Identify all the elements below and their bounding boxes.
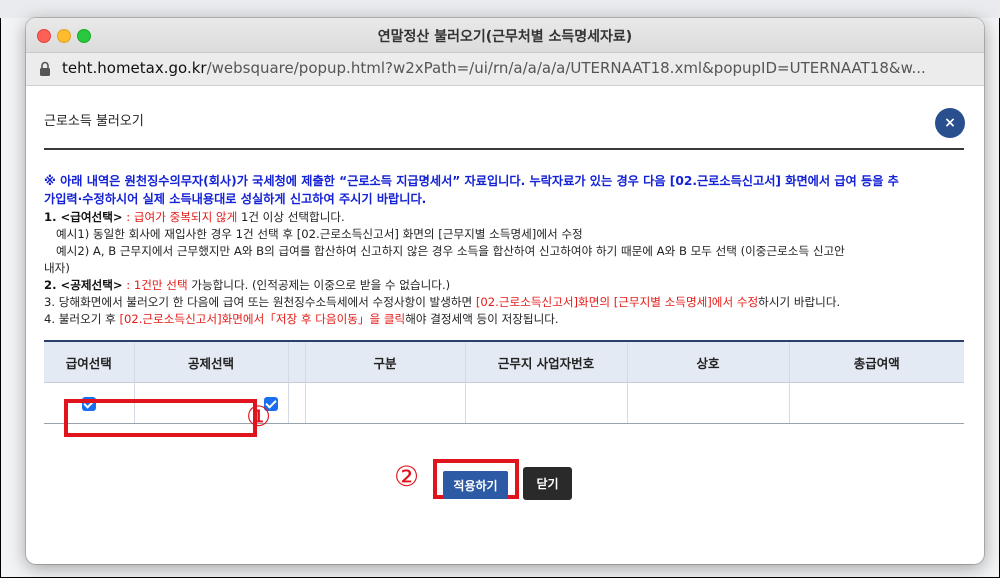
info-item-3-text: 3. 당해화면에서 불러오기 한 다음에 급여 또는 원천징수소득세에서 수정사… bbox=[44, 295, 476, 309]
header-deduct-select: 공제선택 bbox=[133, 340, 288, 383]
notice-line-2: 가입력·수정하시어 실제 소득내용대로 성실하게 신고하여 주시기 바랍니다. bbox=[44, 192, 427, 206]
close-button[interactable]: 닫기 bbox=[523, 467, 572, 500]
highlight-checkboxes bbox=[64, 399, 257, 437]
page-title: 근로소득 불러오기 bbox=[44, 114, 144, 129]
info-item-2-label: 2. <공제선택> bbox=[44, 278, 123, 292]
total-pay-cell bbox=[788, 382, 964, 424]
notice-text: ※ 아래 내역은 원천징수의무자(회사)가 국세청에 제출한 “근로소득 지급명… bbox=[44, 172, 969, 208]
info-item-2-emphasis: : 1건만 선택 bbox=[122, 278, 188, 292]
url-text: teht.hometax.go.kr/websquare/popup.html?… bbox=[62, 59, 926, 77]
url-path: /websquare/popup.html?w2xPath=/ui/rn/a/a… bbox=[206, 59, 926, 77]
background-page-strip bbox=[0, 0, 1000, 18]
header-total-pay: 총급여액 bbox=[788, 340, 964, 383]
info-item-4: 4. 불러오기 후 [02.근로소득신고서]화면에서「저장 후 다음이동」을 클… bbox=[44, 311, 974, 328]
info-example-1: 예시1) 동일한 회사에 재입사한 경우 1건 선택 후 [02.근로소득신고서… bbox=[56, 227, 583, 241]
header-category: 구분 bbox=[304, 340, 465, 383]
title-divider bbox=[44, 148, 964, 150]
header-company-name: 상호 bbox=[626, 340, 789, 383]
info-item-1-text: 1건 이상 선택합니다. bbox=[237, 210, 345, 224]
notice-line-1: ※ 아래 내역은 원천징수의무자(회사)가 국세청에 제출한 “근로소득 지급명… bbox=[44, 174, 899, 188]
category-cell bbox=[304, 382, 465, 424]
header-pay-select: 급여선택 bbox=[44, 340, 134, 383]
info-item-1-emphasis: : 급여가 중복되지 않게 bbox=[122, 210, 238, 224]
company-name-cell bbox=[626, 382, 789, 424]
info-item-1-label: 1. <급여선택> bbox=[44, 210, 123, 224]
apply-button[interactable]: 적용하기 bbox=[443, 471, 508, 499]
close-icon[interactable]: × bbox=[935, 108, 965, 138]
url-host: teht.hometax.go.kr bbox=[62, 59, 207, 77]
annotation-marker-2: ② bbox=[394, 460, 420, 493]
header-spacer bbox=[287, 340, 305, 383]
info-item-1: 1. <급여선택> : 급여가 중복되지 않게 1건 이상 선택합니다. bbox=[44, 209, 974, 226]
info-example-2: 예시2) A, B 근무지에서 근무했지만 A와 B의 급여를 합산하여 신고하… bbox=[56, 244, 845, 258]
info-item-2-text: 가능합니다. (인적공제는 이중으로 받을 수 없습니다.) bbox=[187, 278, 451, 292]
header-business-number: 근무지 사업자번호 bbox=[464, 340, 627, 383]
info-item-4-tail: 해야 결정세액 등이 저장됩니다. bbox=[405, 312, 559, 326]
spacer-cell bbox=[287, 382, 305, 424]
popup-content: 근로소득 불러오기 × ※ 아래 내역은 원천징수의무자(회사)가 국세청에 제… bbox=[26, 86, 984, 564]
info-item-3-emphasis: [02.근로소득신고서]화면의 [근무지별 소득명세]에서 수정 bbox=[475, 295, 759, 309]
info-item-4-emphasis: [02.근로소득신고서]화면에서「저장 후 다음이동」을 클릭 bbox=[119, 312, 406, 326]
info-item-3-tail: 하시기 바랍니다. bbox=[758, 295, 841, 309]
lock-icon bbox=[39, 61, 51, 77]
info-item-4-text: 4. 불러오기 후 bbox=[44, 312, 120, 326]
popup-window: 연말정산 불러오기(근무처별 소득명세자료) teht.hometax.go.k… bbox=[26, 18, 984, 564]
annotation-marker-1: ① bbox=[246, 400, 272, 433]
info-item-3: 3. 당해화면에서 불러오기 한 다음에 급여 또는 원천징수소득세에서 수정사… bbox=[44, 294, 974, 311]
business-number-cell bbox=[464, 382, 627, 424]
info-item-2: 2. <공제선택> : 1건만 선택 가능합니다. (인적공제는 이중으로 받을… bbox=[44, 277, 974, 294]
window-titlebar: 연말정산 불러오기(근무처별 소득명세자료) bbox=[26, 18, 984, 53]
url-bar[interactable]: teht.hometax.go.kr/websquare/popup.html?… bbox=[26, 53, 984, 86]
info-example-2-cont: 내자) bbox=[44, 261, 70, 275]
window-title: 연말정산 불러오기(근무처별 소득명세자료) bbox=[377, 29, 633, 45]
table-header-row: 급여선택 공제선택 구분 근무지 사업자번호 상호 총급여액 bbox=[44, 340, 964, 383]
